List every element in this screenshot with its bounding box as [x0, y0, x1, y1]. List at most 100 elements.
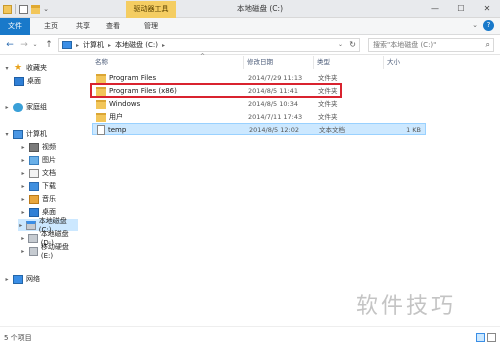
- file-row[interactable]: 用户 2014/7/11 17:43 文件夹: [92, 111, 426, 123]
- navigation-pane: ▾ ★ 收藏夹 桌面 ▸ 家庭组 ▾ 计算机 ▸ 视频 ▸ 图片 ▸ 文档 ▸ …: [0, 56, 80, 326]
- qat-separator: [15, 4, 16, 14]
- new-folder-icon[interactable]: [31, 4, 40, 14]
- nav-favorites-desktop[interactable]: 桌面: [14, 75, 41, 87]
- nav-label: 网络: [26, 275, 40, 283]
- breadcrumb-separator[interactable]: ▸: [76, 42, 79, 49]
- chevron-right-icon[interactable]: ▸: [20, 183, 26, 190]
- status-bar: 5 个项目: [0, 326, 500, 348]
- nav-network[interactable]: ▸ 网络: [4, 273, 40, 285]
- close-button[interactable]: ✕: [474, 0, 500, 18]
- window-title: 本地磁盘 (C:): [237, 4, 283, 13]
- chevron-down-icon[interactable]: ▾: [4, 131, 10, 138]
- nav-label: 视频: [42, 143, 56, 151]
- nav-music[interactable]: ▸ 音乐: [20, 193, 56, 205]
- nav-computer[interactable]: ▾ 计算机: [4, 128, 47, 140]
- column-date-modified[interactable]: 修改日期: [244, 56, 314, 69]
- desktop-icon: [29, 207, 39, 217]
- pictures-folder-icon: [29, 155, 39, 165]
- tab-view[interactable]: 查看: [100, 18, 126, 35]
- folder-icon: [96, 112, 106, 122]
- minimize-button[interactable]: —: [422, 0, 448, 18]
- address-bar[interactable]: ▸ 计算机 ▸ 本地磁盘 (C:) ▸ ⌄ ↻: [58, 38, 360, 52]
- nav-label: 收藏夹: [26, 64, 47, 72]
- file-name: 用户: [109, 113, 123, 121]
- breadcrumb-separator[interactable]: ▸: [108, 42, 111, 49]
- properties-icon[interactable]: [19, 4, 28, 14]
- chevron-right-icon[interactable]: ▸: [20, 170, 26, 177]
- file-date: 2014/8/5 12:02: [249, 126, 299, 134]
- nav-label: 桌面: [27, 77, 41, 85]
- chevron-right-icon[interactable]: ▸: [20, 235, 25, 242]
- chevron-right-icon[interactable]: ▸: [4, 276, 10, 283]
- nav-label: 计算机: [26, 130, 47, 138]
- chevron-right-icon[interactable]: ▸: [18, 222, 23, 229]
- column-name[interactable]: 名称: [92, 56, 244, 69]
- file-type: 文件夹: [318, 100, 338, 108]
- homegroup-icon: [13, 102, 23, 112]
- tab-share[interactable]: 共享: [70, 18, 96, 35]
- tab-file[interactable]: 文件: [0, 18, 30, 35]
- qat-dropdown-icon[interactable]: ⌄: [43, 5, 49, 14]
- drive-tools-context-tab[interactable]: 驱动器工具: [126, 1, 176, 18]
- file-size: 1 KB: [406, 126, 421, 134]
- nav-label: 家庭组: [26, 103, 47, 111]
- file-date: 2014/8/5 10:34: [248, 100, 298, 108]
- tab-home[interactable]: 主页: [38, 18, 64, 35]
- nav-label: 图片: [42, 156, 56, 164]
- nav-favorites[interactable]: ▾ ★ 收藏夹: [4, 62, 47, 74]
- nav-homegroup[interactable]: ▸ 家庭组: [4, 101, 47, 113]
- computer-icon: [13, 129, 23, 139]
- help-icon[interactable]: ?: [483, 20, 494, 31]
- chevron-right-icon[interactable]: ▸: [20, 209, 26, 216]
- quick-access-toolbar: ⌄: [3, 3, 49, 15]
- downloads-folder-icon: [29, 181, 39, 191]
- view-buttons: [476, 333, 496, 342]
- breadcrumb-separator[interactable]: ▸: [162, 42, 165, 49]
- file-date: 2014/7/11 17:43: [248, 113, 303, 121]
- recent-locations-dropdown[interactable]: ⌄: [31, 39, 39, 51]
- breadcrumb-computer[interactable]: 计算机: [83, 40, 104, 50]
- chevron-down-icon[interactable]: ▾: [4, 65, 10, 72]
- drive-icon: [28, 233, 38, 243]
- column-size[interactable]: 大小: [384, 56, 424, 69]
- tab-manage[interactable]: 管理: [134, 18, 168, 35]
- details-view-icon[interactable]: [476, 333, 485, 342]
- chevron-right-icon[interactable]: ▸: [20, 196, 26, 203]
- expand-ribbon-icon[interactable]: ⌄: [472, 21, 478, 29]
- nav-pictures[interactable]: ▸ 图片: [20, 154, 56, 166]
- nav-label: 文档: [42, 169, 56, 177]
- file-type: 文本文档: [319, 126, 345, 134]
- back-button[interactable]: ←: [4, 39, 16, 51]
- forward-button[interactable]: →: [18, 39, 30, 51]
- file-row[interactable]: Windows 2014/8/5 10:34 文件夹: [92, 98, 426, 110]
- chevron-right-icon[interactable]: ▸: [20, 144, 26, 151]
- file-row-selected[interactable]: temp 2014/8/5 12:02 文本文档 1 KB: [92, 123, 426, 135]
- nav-documents[interactable]: ▸ 文档: [20, 167, 56, 179]
- search-input[interactable]: 搜索"本地磁盘 (C:)" ⌕: [368, 38, 494, 52]
- column-type[interactable]: 类型: [314, 56, 384, 69]
- large-icons-view-icon[interactable]: [487, 333, 496, 342]
- app-icon[interactable]: [3, 4, 12, 14]
- chevron-right-icon[interactable]: ▸: [20, 157, 26, 164]
- music-folder-icon: [29, 194, 39, 204]
- maximize-button[interactable]: ☐: [448, 0, 474, 18]
- file-name: Windows: [109, 100, 141, 108]
- search-icon[interactable]: ⌕: [486, 39, 490, 51]
- title-bar: ⌄ 驱动器工具 本地磁盘 (C:) — ☐ ✕: [0, 0, 500, 18]
- videos-folder-icon: [29, 142, 39, 152]
- nav-videos[interactable]: ▸ 视频: [20, 141, 56, 153]
- breadcrumb-local-disk-c[interactable]: 本地磁盘 (C:): [115, 40, 158, 50]
- folder-icon: [96, 99, 106, 109]
- chevron-right-icon[interactable]: ▸: [20, 248, 26, 255]
- network-icon: [13, 274, 23, 284]
- nav-downloads[interactable]: ▸ 下载: [20, 180, 56, 192]
- chevron-right-icon[interactable]: ▸: [4, 104, 10, 111]
- refresh-icon[interactable]: ↻: [349, 40, 356, 49]
- nav-label: 音乐: [42, 195, 56, 203]
- up-button[interactable]: ↑: [43, 39, 55, 51]
- search-placeholder: 搜索"本地磁盘 (C:)": [373, 41, 437, 49]
- address-dropdown-icon[interactable]: ⌄: [338, 41, 343, 48]
- text-file-icon: [97, 125, 105, 135]
- nav-drive-e[interactable]: ▸ 移动硬盘 (E:): [20, 243, 80, 260]
- ribbon-tabs: 文件 主页 共享 查看 管理 ⌄ ?: [0, 18, 500, 35]
